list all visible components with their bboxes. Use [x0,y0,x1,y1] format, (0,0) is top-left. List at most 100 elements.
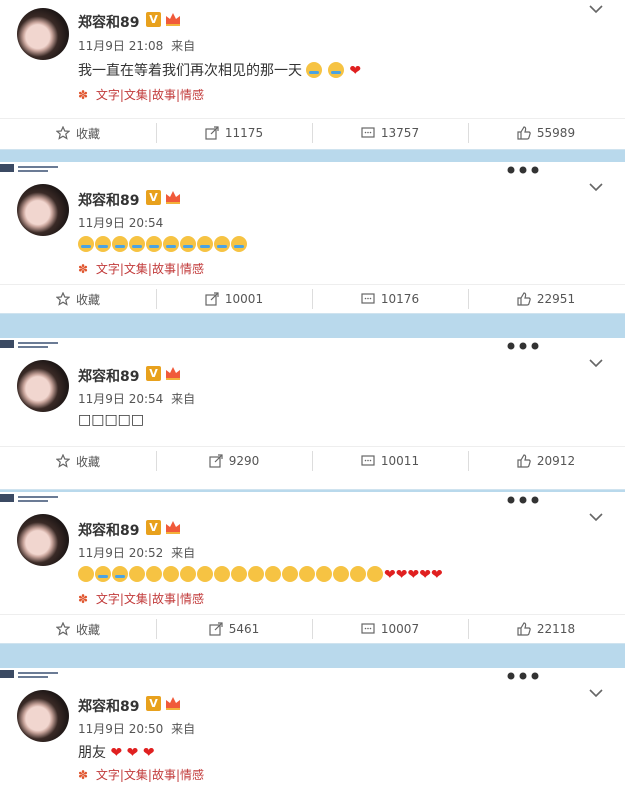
thumbs-up-icon [517,454,531,468]
post-source: 来自 [171,546,196,560]
repost-button[interactable]: 10001 [156,285,312,313]
crown-icon [166,13,180,26]
comment-button[interactable]: 10007 [312,615,468,643]
post-time[interactable]: 11月9日 20:54 [78,392,163,406]
username[interactable]: 郑容和89 [78,190,139,210]
avatar[interactable] [17,8,69,60]
comment-icon [361,127,375,138]
tags-text: 文字|文集|故事|情感 [95,592,205,606]
post-text: 朋友 [78,745,106,761]
cry-emoji-icon [180,236,196,252]
chevron-down-icon[interactable] [589,182,603,192]
flower-icon: ✽ [78,262,89,276]
post-tags[interactable]: ✽ 文字|文集|故事|情感 [78,260,204,277]
decor-strip [0,670,58,678]
cry-emoji-icon [231,236,247,252]
like-button[interactable]: 20912 [468,447,624,475]
avatar[interactable] [17,360,69,412]
avatar[interactable] [17,514,69,566]
comment-button[interactable]: 10011 [312,447,468,475]
clap-emoji-icon [214,566,230,582]
post-content: 我一直在等着我们再次相见的那一天 ❤ [78,60,361,80]
chevron-down-icon[interactable] [589,4,603,14]
comment-icon [361,293,375,304]
pray-emoji-icon [163,566,179,582]
avatar[interactable] [17,690,69,742]
repost-button[interactable]: 5461 [156,615,312,643]
heart-icon: ❤ [419,567,431,583]
avatar[interactable] [17,184,69,236]
username[interactable]: 郑容和89 [78,366,139,386]
comment-button[interactable]: 10176 [312,285,468,313]
post-time[interactable]: 11月9日 20:54 [78,216,163,230]
post-text: □□□□□ [78,412,145,428]
post-tags[interactable]: ✽ 文字|文集|故事|情感 [78,86,204,103]
comment-icon [361,455,375,466]
decor-strip [507,166,539,174]
username[interactable]: 郑容和89 [78,12,139,32]
post-tags[interactable]: ✽ 文字|文集|故事|情感 [78,590,204,607]
chevron-down-icon[interactable] [589,358,603,368]
thumbs-up-icon [517,126,531,140]
collect-label: 收藏 [75,622,100,637]
hand-emoji-icon [78,566,94,582]
post-content: ❤❤❤❤❤ [78,566,443,583]
post-tags[interactable]: ✽ 文字|文集|故事|情感 [78,766,204,783]
username[interactable]: 郑容和89 [78,520,139,540]
crown-icon [166,697,180,710]
post-time[interactable]: 11月9日 21:08 [78,39,163,53]
weibo-post: 郑容和89 V 11月9日 20:52 来自 ❤❤❤❤❤ ✽ 文字|文集|故事|… [0,492,625,644]
weibo-post: 郑容和89 V 11月9日 21:08 来自 我一直在等着我们再次相见的那一天 … [0,0,625,150]
post-time[interactable]: 11月9日 20:50 [78,722,163,736]
comment-button[interactable]: 13757 [312,119,468,147]
collect-button[interactable]: 收藏 [0,119,156,147]
post-text: 我一直在等着我们再次相见的那一天 [78,63,302,79]
cry-emoji-icon [306,62,323,78]
collect-button[interactable]: 收藏 [0,447,156,475]
post-meta: 11月9日 20:50 来自 [78,720,199,737]
crown-icon [166,191,180,204]
kiss-emoji-icon [248,566,264,582]
heart-icon: ❤ [142,745,155,761]
weibo-post: 郑容和89 V 11月9日 20:50 来自 朋友 ❤ ❤ ❤ ✽ 文字|文集|… [0,668,625,794]
collect-label: 收藏 [75,292,100,307]
post-content: 朋友 ❤ ❤ ❤ [78,742,155,762]
chevron-down-icon[interactable] [589,688,603,698]
post-meta: 11月9日 20:52 来自 [78,544,199,561]
repost-button[interactable]: 11175 [156,119,312,147]
cry-emoji-icon [129,236,145,252]
like-button[interactable]: 22951 [468,285,624,313]
verified-badge: V [146,366,161,381]
kiss-emoji-icon [367,566,383,582]
thumbs-up-icon [517,292,531,306]
like-button[interactable]: 22118 [468,615,624,643]
cry-emoji-icon [327,62,344,78]
weibo-post: 郑容和89 V 11月9日 20:54 来自 □□□□□ 收藏 9290 100… [0,338,625,490]
decor-strip [0,494,58,502]
laugh-cry-emoji-icon [112,566,128,582]
cry-emoji-icon [197,236,213,252]
kiss-emoji-icon [299,566,315,582]
verified-badge: V [146,696,161,711]
username[interactable]: 郑容和89 [78,696,139,716]
post-meta: 11月9日 21:08 来自 [78,37,199,54]
tags-text: 文字|文集|故事|情感 [95,88,205,102]
hand-emoji-icon [129,566,145,582]
like-count: 22118 [536,622,576,636]
cry-emoji-icon [214,236,230,252]
like-button[interactable]: 55989 [468,119,624,147]
flower-icon: ✽ [78,88,89,102]
repost-button[interactable]: 9290 [156,447,312,475]
chevron-down-icon[interactable] [589,512,603,522]
star-icon [55,454,70,468]
collect-button[interactable]: 收藏 [0,615,156,643]
post-time[interactable]: 11月9日 20:52 [78,546,163,560]
action-bar: 收藏 5461 10007 22118 [0,614,625,643]
collect-button[interactable]: 收藏 [0,285,156,313]
post-source: 来自 [171,722,196,736]
repost-count: 11175 [224,126,264,140]
weibo-feed: 郑容和89 V 11月9日 21:08 来自 我一直在等着我们再次相见的那一天 … [0,0,625,794]
kiss-emoji-icon [282,566,298,582]
verified-badge: V [146,190,161,205]
star-icon [55,622,70,636]
